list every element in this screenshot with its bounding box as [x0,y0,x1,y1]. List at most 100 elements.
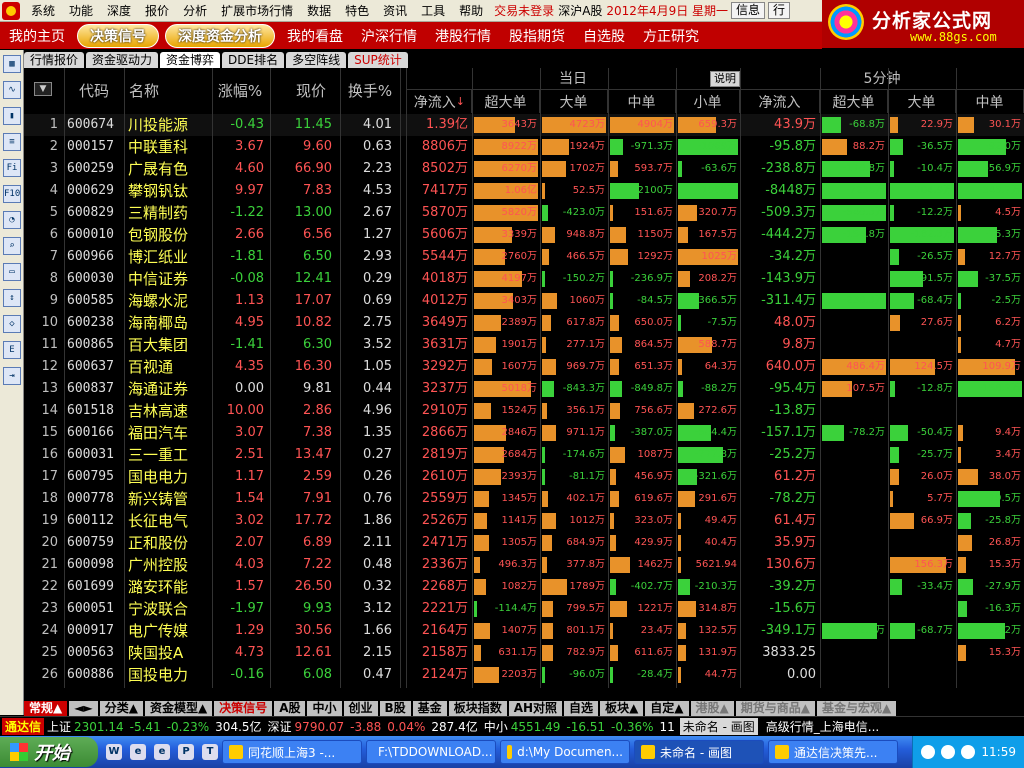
chart-icon[interactable]: ◔ [3,211,21,229]
subtab[interactable]: 资金驱动力 [86,52,159,68]
table-row[interactable]: 22 601699 潞安环能 1.57 26.50 0.32 2268万 1082万 1789万… [24,576,1024,598]
taskbar-task[interactable]: F:\TDDOWNLOAD... [366,740,496,764]
stock-code[interactable]: 600637 [67,356,127,378]
paint-quicklaunch-icon[interactable]: P [178,744,194,760]
stock-code[interactable]: 600259 [67,158,127,180]
stock-code[interactable]: 601518 [67,400,127,422]
header-small[interactable]: 小单 [676,90,740,113]
menu-item[interactable]: 深度 [100,2,138,19]
header-name[interactable]: 名称 [124,68,164,113]
ett-icon[interactable]: E [3,341,21,359]
stock-code[interactable]: 600966 [67,246,127,268]
stock-code[interactable]: 600112 [67,510,127,532]
table-row[interactable]: 20 600759 正和股份 2.07 6.89 2.11 2471万 1305万 684.9万… [24,532,1024,554]
bottom-tab[interactable]: ◄► [69,700,98,716]
stock-code[interactable]: 600837 [67,378,127,400]
stock-code[interactable]: 600098 [67,554,127,576]
market-label[interactable]: 深沪A股 [558,2,602,19]
network-tray-icon[interactable] [941,745,956,759]
stock-code[interactable]: 000917 [67,620,127,642]
app-quicklaunch-icon[interactable]: T [202,744,218,760]
table-row[interactable]: 18 000778 新兴铸管 1.54 7.91 0.76 2559万 1345万 402.1万… [24,488,1024,510]
stock-name[interactable]: 三精制药 [128,202,218,224]
table-row[interactable]: 11 600865 百大集团 -1.41 6.30 3.52 3631万 1901万 277.1… [24,334,1024,356]
menu-item[interactable]: 功能 [62,2,100,19]
subtab[interactable]: 多空阵线 [286,52,347,68]
table-row[interactable]: 19 600112 长征电气 3.02 17.72 1.86 2526万 1141万 1012万… [24,510,1024,532]
stock-code[interactable]: 600865 [67,334,127,356]
header-turnover[interactable]: 换手% [344,68,396,113]
table-row[interactable]: 24 000917 电广传媒 1.29 30.56 1.66 2164万 1407万 801.1… [24,620,1024,642]
bottom-tab[interactable]: 期货与商品▲ [735,700,815,716]
clock[interactable]: 11:59 [981,745,1016,759]
mail-tray-icon[interactable] [921,745,936,759]
more-button[interactable]: 行 [768,2,791,19]
stock-name[interactable]: 电广传媒 [128,620,218,642]
bottom-tab[interactable]: B股 [379,700,411,716]
folder-icon[interactable]: ▭ [3,263,21,281]
info-button[interactable]: 信息 [731,2,766,19]
app-logo-icon[interactable] [2,1,20,20]
nav-item[interactable]: 方正研究 [634,26,708,46]
header-medium[interactable]: 中单 [608,90,676,113]
bottom-tab[interactable]: 基金与宏观▲ [817,700,897,716]
stock-name[interactable]: 中联重科 [128,136,218,158]
bottom-tab[interactable]: 创业 [343,700,378,716]
stock-code[interactable]: 600030 [67,268,127,290]
taskbar-task[interactable]: 同花顺上海3 -... [222,740,362,764]
subtab[interactable]: SUP统计 [348,52,408,68]
stock-name[interactable]: 长征电气 [128,510,218,532]
stock-name[interactable]: 攀钢钒钛 [128,180,218,202]
menu-item[interactable]: 工具 [414,2,452,19]
table-row[interactable]: 13 600837 海通证券 0.00 9.81 0.44 3237万 5018万 -843.3… [24,378,1024,400]
bottom-tab[interactable]: 资金模型▲ [144,700,213,716]
f10-icon[interactable]: F10 [3,185,21,203]
table-row[interactable]: 8 600030 中信证券 -0.08 12.41 0.29 4018万 4197万 -150.… [24,268,1024,290]
table-row[interactable]: 21 600098 广州控股 4.03 7.22 0.48 2336万 496.3万 377.8… [24,554,1024,576]
header-5min-net-inflow[interactable]: 净流入 [740,90,820,113]
cont-icon[interactable]: ◇ [3,315,21,333]
table-row[interactable]: 17 600795 国电电力 1.17 2.59 0.26 2610万 2393万 -81.1万… [24,466,1024,488]
stock-name[interactable]: 百大集团 [128,334,218,356]
stock-name[interactable]: 国电电力 [128,466,218,488]
table-row[interactable]: 5 600829 三精制药 -1.22 13.00 2.67 5870万 5820万 -423.… [24,202,1024,224]
stock-code[interactable]: 600829 [67,202,127,224]
menu-item[interactable]: 特色 [338,2,376,19]
stock-code[interactable]: 600886 [67,664,127,686]
nav-item[interactable]: 港股行情 [426,26,500,46]
ldr-icon[interactable]: ↕ [3,289,21,307]
bottom-tab[interactable]: 板块▲ [600,700,644,716]
ticker-right-info[interactable]: 高级行情_上海电信... [766,718,879,735]
stock-code[interactable]: 600795 [67,466,127,488]
kline-icon[interactable]: ▮ [3,107,21,125]
nav-item[interactable]: 我的看盘 [278,26,352,46]
bottom-tab[interactable]: 港股▲ [690,700,734,716]
stock-name[interactable]: 陕国投A [128,642,218,664]
taskbar-task[interactable]: 通达信决策先... [768,740,898,764]
explorer-quicklaunch-icon[interactable]: e [130,744,146,760]
search-icon[interactable]: ⌕ [3,237,21,255]
stock-code[interactable]: 600166 [67,422,127,444]
stock-code[interactable]: 600010 [67,224,127,246]
nav-item[interactable]: 自选股 [574,26,634,46]
quote-icon[interactable]: ▦ [3,55,21,73]
sz-index[interactable]: 9790.07 [295,720,345,734]
stock-name[interactable]: 海南椰岛 [128,312,218,334]
table-row[interactable]: 4 000629 攀钢钒钛 9.97 7.83 4.53 7417万 1.06亿 52.5万 -2… [24,180,1024,202]
menu-item[interactable]: 资讯 [376,2,414,19]
bottom-tab[interactable]: 决策信号 [214,700,273,716]
stock-name[interactable]: 正和股份 [128,532,218,554]
stock-code[interactable]: 601699 [67,576,127,598]
header-change[interactable]: 涨幅% [212,68,268,113]
table-row[interactable]: 6 600010 包钢股份 2.66 6.56 1.27 5606万 3339万 948.8万 1… [24,224,1024,246]
stock-name[interactable]: 中信证券 [128,268,218,290]
stock-code[interactable]: 600051 [67,598,127,620]
trade-login-status[interactable]: 交易未登录 [494,2,554,19]
report-icon[interactable]: ≡ [3,133,21,151]
taskbar-task[interactable]: d:\My Documen... [500,740,630,764]
nav-item[interactable]: 股指期货 [500,26,574,46]
bottom-tab[interactable]: 基金 [412,700,447,716]
header-code[interactable]: 代码 [64,68,124,113]
header-price[interactable]: 现价 [286,68,336,113]
start-button[interactable]: 开始 [0,737,98,767]
